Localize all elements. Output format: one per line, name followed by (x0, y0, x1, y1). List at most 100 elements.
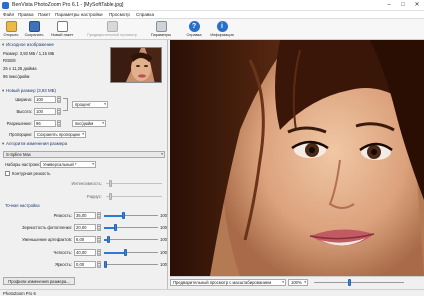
slider-thumb[interactable] (114, 224, 117, 231)
resolution-input[interactable]: 96 (34, 120, 56, 127)
proportions-select[interactable]: Сохранять пропорции ▾ (34, 131, 86, 138)
slider-max-label: 100 (160, 250, 167, 255)
tools-icon (155, 21, 167, 32)
size-unit-select[interactable]: процент ▾ (72, 101, 108, 108)
slider-fill (104, 214, 123, 217)
fine-tune-input[interactable]: 40,00 (74, 249, 96, 256)
resolution-unit-select[interactable]: пкс/дюйм ▾ (72, 120, 106, 127)
question-icon: ? (188, 21, 200, 32)
preview-controls: Предварительный просмотр с масштабирован… (170, 276, 424, 289)
preset-select[interactable]: Универсальный * ▾ (40, 161, 96, 168)
slider-track (104, 239, 158, 240)
slider-thumb[interactable] (104, 261, 107, 268)
fine-tune-spinner[interactable]: ▴ ▾ (97, 224, 101, 231)
help-button[interactable]: ? Справка (182, 20, 206, 39)
width-label: Ширина: (15, 97, 32, 102)
resolution-spinner[interactable]: ▴ ▾ (57, 120, 61, 127)
window-title: BenVista PhotoZoom Pro 6.1 - [MySoftTabl… (12, 2, 124, 8)
fine-tune-spinner[interactable]: ▴ ▾ (97, 212, 101, 219)
sharpness-checkbox-label: Контурная резкость (12, 171, 51, 176)
slider-thumb[interactable] (109, 193, 112, 200)
algorithm-header[interactable]: ▾ Алгоритм изменения размера (2, 141, 166, 147)
link-icon[interactable] (63, 98, 68, 111)
intensity-label: Интенсивность: (71, 181, 103, 186)
slider-fill (104, 251, 126, 254)
radius-label: Радиус: (86, 194, 102, 199)
title-bar: BenVista PhotoZoom Pro 6.1 - [MySoftTabl… (0, 0, 424, 11)
save-button[interactable]: Сохранить (22, 20, 46, 39)
fine-tune-slider[interactable] (104, 224, 158, 231)
preview-button[interactable]: Предварительный просмотр (82, 20, 142, 39)
fine-tune-slider[interactable] (104, 236, 158, 243)
slider-thumb[interactable] (107, 236, 110, 243)
slider-track (106, 196, 162, 197)
proportions-label: Пропорции: (9, 132, 32, 137)
menu-bar: Файл Правка Пакет Параметры настройки Пр… (0, 11, 424, 19)
slider-max-label: 100 (160, 225, 167, 230)
width-input[interactable]: 100 (34, 96, 56, 103)
source-dimensions: 25 x 11,25 дюйма (3, 66, 37, 71)
menu-batch[interactable]: Пакет (38, 12, 50, 17)
batch-icon (56, 21, 68, 32)
menu-settings[interactable]: Параметры настройки (55, 12, 103, 17)
resize-profiles-button[interactable]: Профили изменения размера... (3, 277, 75, 285)
height-spinner[interactable]: ▴ ▾ (57, 108, 61, 115)
source-color-mode: RGB/8 (3, 58, 16, 63)
source-resolution: 96 пикс/дюйм (3, 74, 30, 79)
width-spinner[interactable]: ▴ ▾ (57, 96, 61, 103)
fine-tune-input[interactable]: 0,00 (74, 261, 96, 268)
menu-help[interactable]: Справка (136, 12, 154, 17)
minimize-button[interactable]: – (382, 1, 396, 10)
fine-tune-slider[interactable] (104, 261, 158, 268)
preview-image[interactable] (170, 40, 424, 276)
chevron-down-icon: ▾ (161, 152, 163, 156)
slider-thumb[interactable] (109, 180, 112, 187)
slider-thumb[interactable] (122, 212, 125, 219)
sharpness-checkbox[interactable] (5, 171, 10, 176)
fine-tune-slider[interactable] (104, 249, 158, 256)
intensity-slider[interactable] (106, 180, 162, 187)
height-input[interactable]: 100 (34, 108, 56, 115)
zoom-slider-track[interactable] (314, 282, 404, 283)
source-thumbnail[interactable] (110, 47, 162, 83)
status-bar: PhotoZoom Pro 6 (0, 289, 424, 296)
fine-tune-label: Резкость: (53, 213, 72, 218)
open-button[interactable]: Открыть (1, 20, 21, 39)
close-button[interactable]: ✕ (410, 1, 424, 10)
fine-tune-spinner[interactable]: ▴ ▾ (97, 261, 101, 268)
fine-tune-input[interactable]: 20,00 (74, 224, 96, 231)
preview-mode-select[interactable]: Предварительный просмотр с масштабирован… (170, 279, 286, 286)
fine-tune-label: Зернистость фотопленки: (21, 225, 72, 230)
toolbar: Открыть Сохранить Новый пакет Предварите… (0, 19, 424, 40)
maximize-button[interactable]: □ (396, 1, 410, 10)
chevron-down-icon: ▾ (82, 132, 84, 136)
fine-tune-label: Яркость: (55, 262, 72, 267)
zoom-slider-thumb[interactable] (348, 279, 351, 286)
new-size-header[interactable]: ▾ Новый размер (3,93 МБ) (2, 88, 166, 94)
info-button[interactable]: i Информация (206, 20, 238, 39)
menu-edit[interactable]: Правка (18, 12, 34, 17)
menu-file[interactable]: Файл (3, 12, 14, 17)
method-select[interactable]: S-Spline Max ▾ (3, 151, 165, 158)
slider-track (104, 264, 158, 265)
zoom-select[interactable]: 100% ▾ (288, 279, 308, 286)
status-text: PhotoZoom Pro 6 (3, 291, 36, 296)
fine-tune-input[interactable]: 35,00 (74, 212, 96, 219)
settings-button[interactable]: Параметры (146, 20, 176, 39)
height-label: Высота: (16, 109, 32, 114)
resolution-label: Разрешение: (6, 121, 32, 126)
fine-tune-slider[interactable] (104, 212, 158, 219)
preset-label: Наборы настроек: (5, 162, 41, 167)
new-batch-button[interactable]: Новый пакет (48, 20, 76, 39)
chevron-down-icon: ▾ (304, 280, 306, 284)
chevron-down-icon: ▾ (104, 102, 106, 106)
chevron-down-icon: ▾ (92, 162, 94, 166)
fine-tune-spinner[interactable]: ▴ ▾ (97, 249, 101, 256)
slider-thumb[interactable] (124, 249, 127, 256)
chevron-down-icon: ▾ (282, 280, 284, 284)
fine-tune-spinner[interactable]: ▴ ▾ (97, 236, 101, 243)
portrait-image (170, 40, 424, 276)
fine-tune-input[interactable]: 6,00 (74, 236, 96, 243)
radius-slider[interactable] (106, 193, 162, 200)
menu-view[interactable]: Просмотр (109, 12, 130, 17)
